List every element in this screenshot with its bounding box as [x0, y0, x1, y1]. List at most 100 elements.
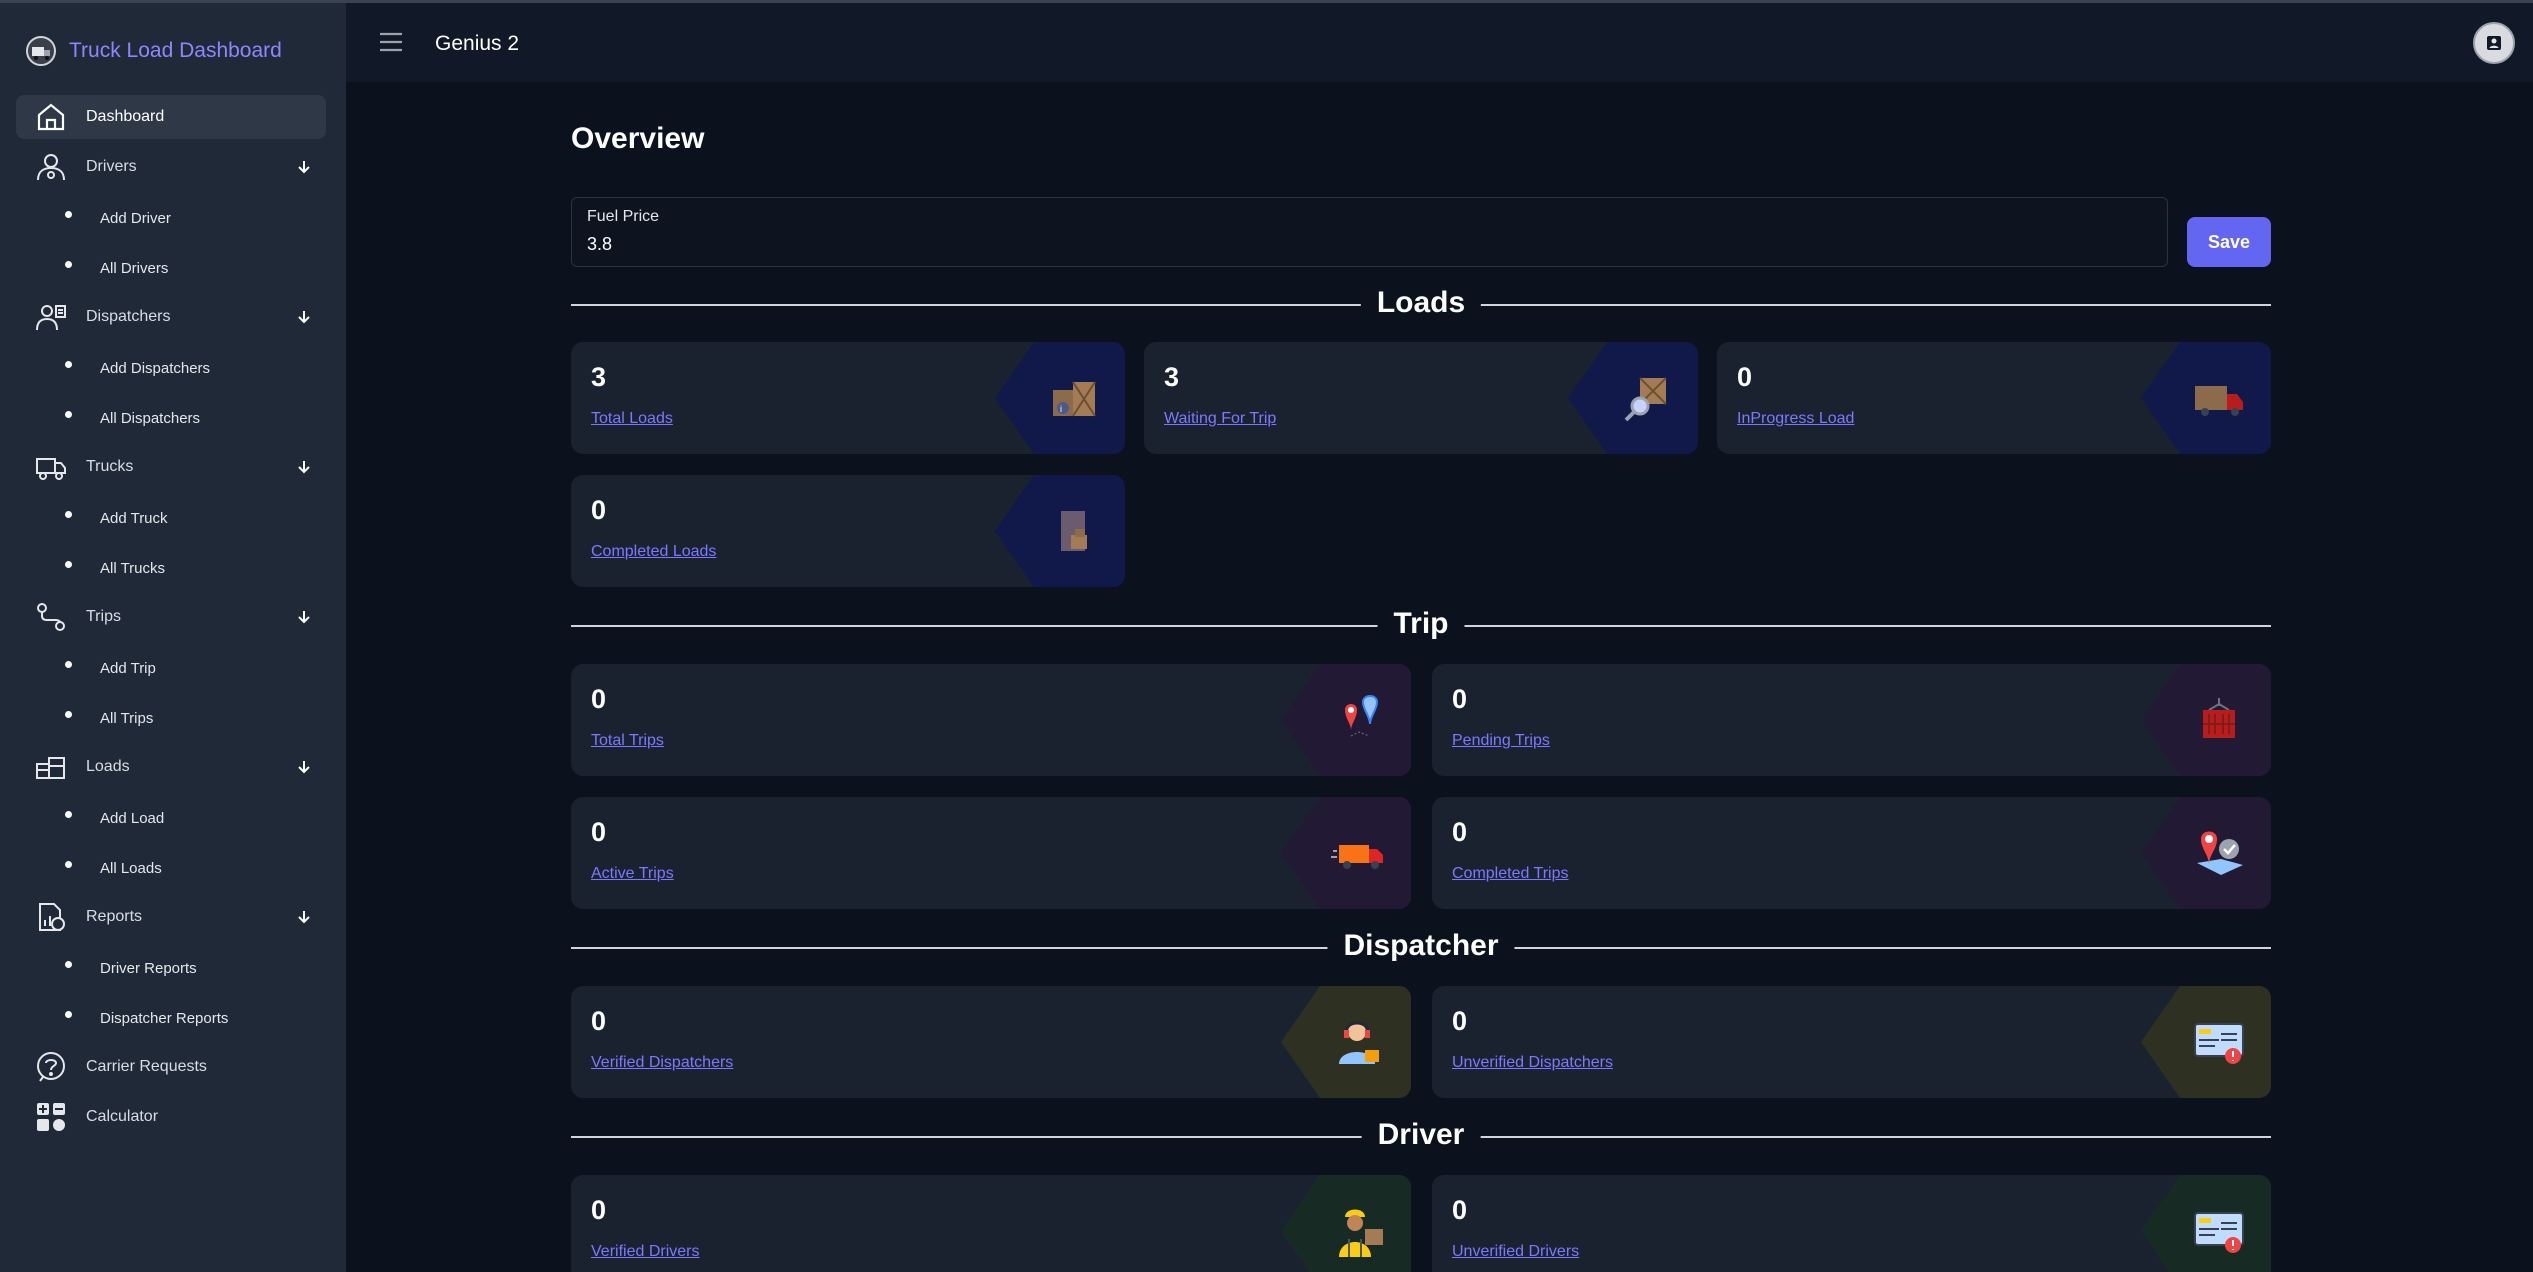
sidebar-item-dispatchers[interactable]: Dispatchers	[16, 295, 326, 339]
headset-person-icon	[1339, 1021, 1379, 1064]
sidebar-item-label: Loads	[86, 758, 130, 775]
stat-badge	[2141, 664, 2271, 776]
stat-value: 0	[591, 817, 607, 847]
stat-card-active-trips: 0 Active Trips	[571, 797, 1411, 909]
stat-link[interactable]: Completed Loads	[591, 543, 716, 561]
sidebar: Truck Load Dashboard Dashboard Drivers A…	[0, 0, 346, 1272]
sidebar-subitem-dispatcher-reports[interactable]: Dispatcher Reports	[16, 1001, 326, 1035]
reports-icon	[34, 900, 68, 934]
stat-value: 0	[591, 1195, 607, 1225]
stat-card-pending-trips: 0 Pending Trips	[1432, 664, 2271, 776]
delivery-truck-icon	[2195, 386, 2243, 416]
sidebar-subitem-label: Add Dispatchers	[100, 359, 211, 377]
stat-link[interactable]: Active Trips	[591, 865, 674, 883]
stat-link[interactable]: Waiting For Trip	[1164, 410, 1276, 428]
stat-link[interactable]: Total Trips	[591, 732, 664, 750]
sidebar-item-label: Calculator	[86, 1108, 159, 1125]
boxes-icon: i	[1053, 381, 1096, 417]
sidebar-subitem-add-driver[interactable]: Add Driver	[16, 201, 326, 235]
worker-icon	[1339, 1209, 1383, 1257]
page-title: Genius 2	[435, 32, 520, 55]
sidebar-item-drivers[interactable]: Drivers	[16, 145, 326, 189]
stat-badge: i	[995, 342, 1125, 454]
sidebar-item-dashboard[interactable]: Dashboard	[16, 95, 326, 139]
calculator-icon	[34, 1100, 68, 1134]
sidebar-subitem-all-drivers[interactable]: All Drivers	[16, 251, 326, 285]
sidebar-subitem-add-dispatchers[interactable]: Add Dispatchers	[16, 351, 326, 385]
truck-icon	[34, 450, 68, 484]
sidebar-subitem-label: All Loads	[100, 859, 162, 877]
chevron-down-icon	[298, 311, 310, 324]
section-title-loads: Loads	[1360, 286, 1482, 320]
bullet-icon	[65, 561, 72, 568]
stat-badge	[2141, 1175, 2271, 1272]
stat-link[interactable]: Total Loads	[591, 410, 673, 428]
sidebar-item-label: Dashboard	[86, 108, 165, 125]
avatar[interactable]	[2473, 22, 2515, 64]
sidebar-item-trips[interactable]: Trips	[16, 595, 326, 639]
sidebar-subitem-add-trip[interactable]: Add Trip	[16, 651, 326, 685]
package-door-icon	[1061, 511, 1087, 551]
bullet-icon	[65, 861, 72, 868]
truck-logo-icon	[26, 36, 56, 66]
chevron-down-icon	[298, 161, 310, 174]
sidebar-item-label: Dispatchers	[86, 308, 171, 325]
sidebar-item-carrier-requests[interactable]: Carrier Requests	[16, 1045, 326, 1089]
stat-badge	[1281, 986, 1411, 1098]
sidebar-subitem-all-trucks[interactable]: All Trucks	[16, 551, 326, 585]
stat-card-completed-loads: 0 Completed Loads	[571, 475, 1125, 587]
stat-card-total-trips: 0 Total Trips	[571, 664, 1411, 776]
sidebar-item-loads[interactable]: Loads	[16, 745, 326, 789]
chevron-down-icon	[298, 611, 310, 624]
stat-value: 0	[591, 1006, 607, 1036]
sidebar-item-reports[interactable]: Reports	[16, 895, 326, 939]
stat-value: 0	[591, 495, 607, 525]
brand[interactable]: Truck Load Dashboard	[25, 33, 282, 69]
bullet-icon	[65, 261, 72, 268]
svg-text:i: i	[1060, 404, 1062, 414]
sidebar-item-label: Drivers	[86, 158, 137, 175]
sidebar-subitem-add-load[interactable]: Add Load	[16, 801, 326, 835]
sidebar-subitem-label: Add Driver	[100, 209, 171, 227]
bullet-icon	[65, 711, 72, 718]
stat-link[interactable]: Unverified Dispatchers	[1452, 1054, 1613, 1072]
sidebar-item-trucks[interactable]: Trucks	[16, 445, 326, 489]
route-icon	[34, 600, 68, 634]
sidebar-item-label: Carrier Requests	[86, 1058, 207, 1075]
stat-badge	[2141, 986, 2271, 1098]
location-check-icon	[2197, 831, 2243, 875]
sidebar-item-label: Trips	[86, 608, 121, 625]
stat-badge	[1281, 664, 1411, 776]
stat-value: 0	[1452, 1195, 1468, 1225]
sidebar-subitem-all-dispatchers[interactable]: All Dispatchers	[16, 401, 326, 435]
sidebar-item-label: Trucks	[86, 458, 134, 475]
sidebar-subitem-label: Add Trip	[100, 659, 156, 677]
stat-card-verified-drivers: 0 Verified Drivers	[571, 1175, 1411, 1272]
fuel-price-field[interactable]: Fuel Price	[571, 197, 2168, 267]
stat-badge	[1281, 797, 1411, 909]
sidebar-subitem-all-trips[interactable]: All Trips	[16, 701, 326, 735]
sidebar-item-calculator[interactable]: Calculator	[16, 1095, 326, 1139]
sidebar-subitem-all-loads[interactable]: All Loads	[16, 851, 326, 885]
brand-title: Truck Load Dashboard	[69, 39, 282, 62]
stat-badge	[2141, 342, 2271, 454]
stat-link[interactable]: Completed Trips	[1452, 865, 1569, 883]
map-pins-icon	[1345, 695, 1379, 737]
stat-link[interactable]: Verified Drivers	[591, 1243, 699, 1261]
hamburger-menu-icon[interactable]	[378, 31, 404, 53]
search-box-icon	[1624, 377, 1667, 422]
help-icon	[34, 1050, 68, 1084]
fuel-price-input[interactable]	[587, 234, 2147, 255]
sidebar-subitem-add-truck[interactable]: Add Truck	[16, 501, 326, 535]
save-button[interactable]: Save	[2187, 217, 2271, 267]
stat-link[interactable]: Verified Dispatchers	[591, 1054, 733, 1072]
moving-truck-icon	[1331, 845, 1383, 869]
sidebar-subitem-driver-reports[interactable]: Driver Reports	[16, 951, 326, 985]
stat-link[interactable]: InProgress Load	[1737, 410, 1854, 428]
home-icon	[34, 100, 68, 134]
stat-value: 0	[1452, 817, 1468, 847]
stat-link[interactable]: Unverified Drivers	[1452, 1243, 1579, 1261]
stat-value: 0	[591, 684, 607, 714]
stat-link[interactable]: Pending Trips	[1452, 732, 1550, 750]
sidebar-subitem-label: Driver Reports	[100, 959, 197, 977]
